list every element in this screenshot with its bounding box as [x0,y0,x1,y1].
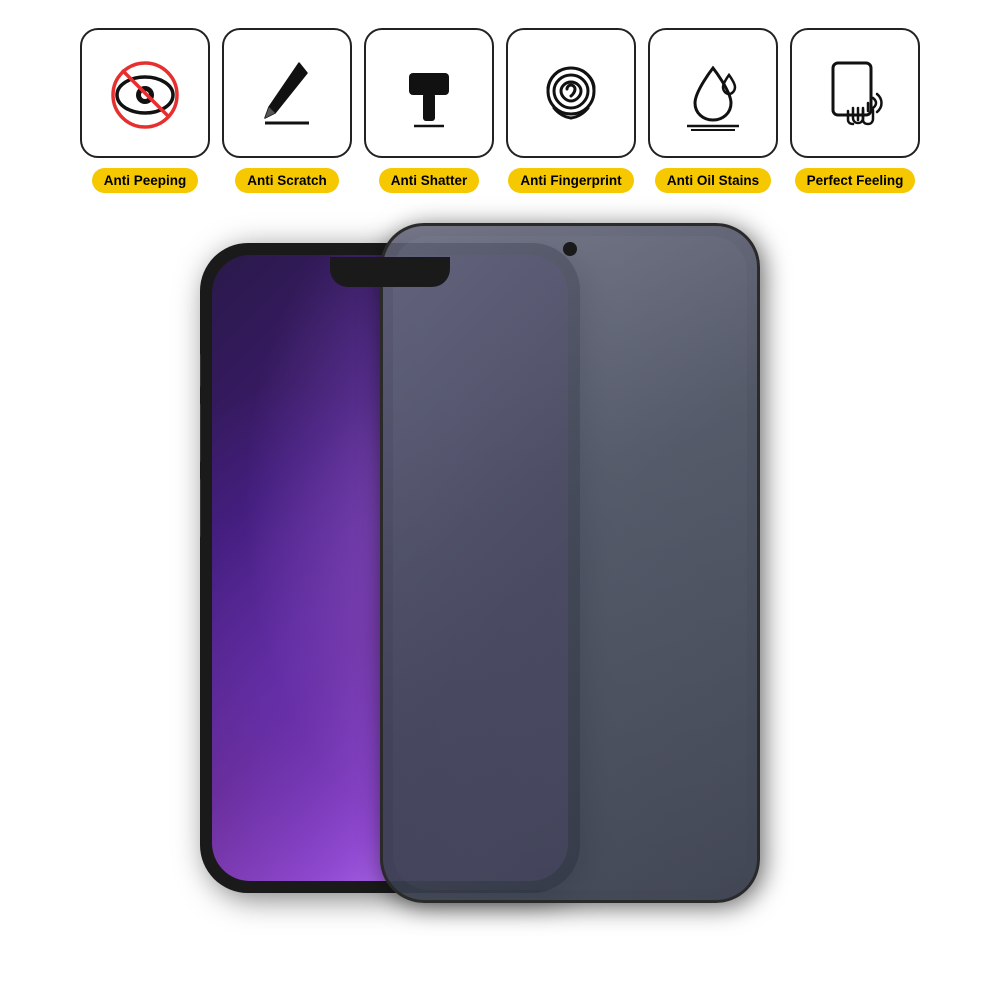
feature-anti-fingerprint: Anti Fingerprint [506,28,636,193]
phone-notch [330,257,450,287]
anti-scratch-label: Anti Scratch [235,168,339,193]
feature-anti-shatter: Anti Shatter [364,28,494,193]
phone-vol-down-button [200,478,201,538]
anti-peeping-icon-box [80,28,210,158]
perfect-feeling-icon-box [790,28,920,158]
anti-oil-icon-box [648,28,778,158]
phone-wrapper [180,223,820,923]
phone-section [0,223,1000,943]
camera-dot [563,242,577,256]
water-drop-icon [673,53,753,133]
perfect-feeling-label: Perfect Feeling [795,168,916,193]
touch-icon [815,53,895,133]
anti-scratch-icon-box [222,28,352,158]
anti-fingerprint-icon-box [506,28,636,158]
feature-anti-scratch: Anti Scratch [222,28,352,193]
anti-oil-label: Anti Oil Stains [655,168,771,193]
privacy-glass-protector [380,223,760,903]
features-row: Anti Peeping Anti Scratch [0,0,1000,213]
feature-anti-peeping: Anti Peeping [80,28,210,193]
hammer-icon [389,53,469,133]
anti-peeping-label: Anti Peeping [92,168,199,193]
eye-slash-icon [105,53,185,133]
anti-shatter-icon-box [364,28,494,158]
fingerprint-icon [531,53,611,133]
phone-vol-up-button [200,403,201,463]
pen-tool-icon [247,53,327,133]
anti-fingerprint-label: Anti Fingerprint [508,168,633,193]
phone-silent-button [200,353,201,388]
feature-perfect-feeling: Perfect Feeling [790,28,920,193]
feature-anti-oil: Anti Oil Stains [648,28,778,193]
glass-camera-hole [563,242,577,256]
anti-shatter-label: Anti Shatter [379,168,480,193]
